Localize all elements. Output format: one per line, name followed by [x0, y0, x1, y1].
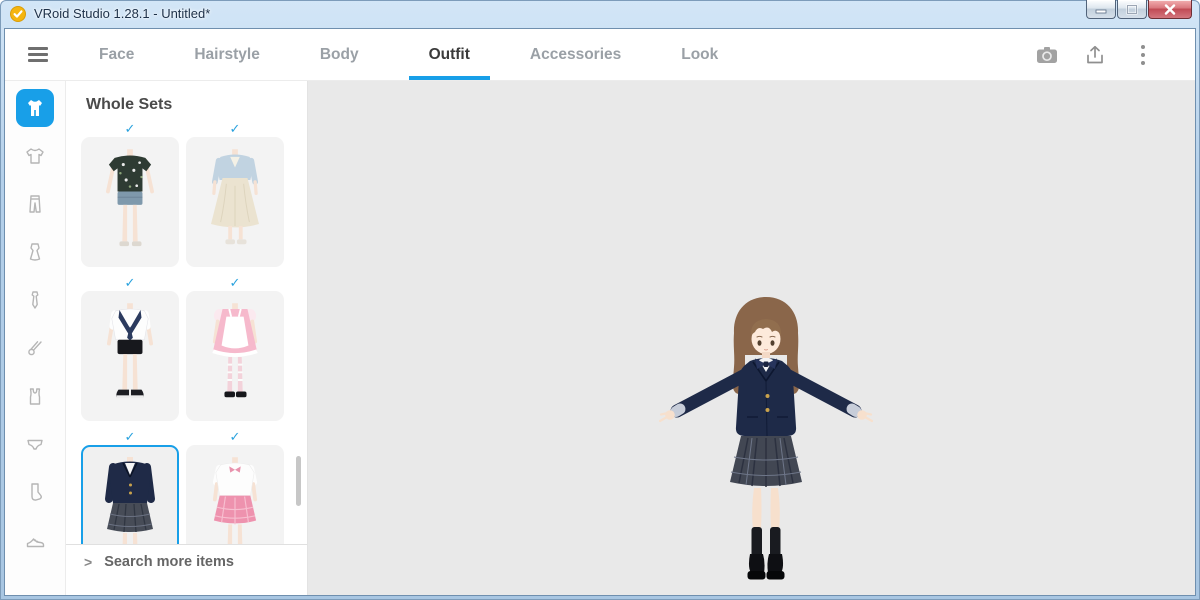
outfit-item: ✓	[186, 121, 284, 267]
tab-hairstyle[interactable]: Hairstyle	[184, 29, 269, 80]
search-more-items-label: Search more items	[104, 554, 234, 570]
sidebar-item-bottoms[interactable]	[13, 180, 57, 228]
panel-title: Whole Sets	[86, 96, 172, 114]
thumbnail-grid: ✓	[81, 121, 291, 544]
export-button[interactable]	[1071, 29, 1119, 81]
camera-button[interactable]	[1023, 29, 1071, 81]
outfit-thumbnail-white-top-pink-plaid-skirt[interactable]	[186, 445, 284, 544]
category-sidebar	[5, 81, 66, 595]
minimize-button[interactable]	[1086, 0, 1116, 19]
shoe-icon	[24, 529, 46, 551]
dress-icon	[24, 241, 46, 263]
sidebar-item-dress[interactable]	[13, 228, 57, 276]
navbar-actions	[1023, 29, 1167, 81]
viewport-3d[interactable]	[308, 81, 1195, 595]
hamburger-menu-button[interactable]	[5, 29, 71, 80]
sidebar-item-innerwear[interactable]	[13, 372, 57, 420]
main-tabs: Face Hairstyle Body Outfit Accessories L…	[89, 29, 768, 80]
sock-icon	[24, 481, 46, 503]
necktie-icon	[24, 289, 46, 311]
downloaded-check-icon: ✓	[186, 275, 284, 291]
sidebar-item-underwear[interactable]	[13, 420, 57, 468]
tab-body[interactable]: Body	[310, 29, 369, 80]
character-model	[651, 289, 881, 587]
sidebar-item-whole-sets[interactable]	[13, 84, 57, 132]
downloaded-check-icon: ✓	[81, 429, 179, 445]
maximize-button[interactable]	[1117, 0, 1147, 19]
camera-icon	[1036, 46, 1058, 64]
outfit-item: ✓	[186, 429, 284, 544]
item-panel: Whole Sets ✓	[66, 81, 308, 595]
downloaded-check-icon: ✓	[81, 121, 179, 137]
outfit-thumbnail-pink-maid-dress[interactable]	[186, 291, 284, 421]
panel-scrollbar-thumb[interactable]	[296, 456, 301, 506]
outfit-item: ✓	[81, 429, 179, 544]
overflow-menu-icon	[1140, 44, 1146, 66]
outfit-thumbnail-floral-shirt-denim-shorts[interactable]	[81, 137, 179, 267]
sidebar-item-pin[interactable]	[13, 324, 57, 372]
titlebar[interactable]: VRoid Studio 1.28.1 - Untitled*	[0, 0, 1200, 28]
outfit-item: ✓	[186, 275, 284, 421]
outfit-thumbnail-sailor-top-black-shorts[interactable]	[81, 291, 179, 421]
outfit-thumbnail-navy-blazer-plaid-skirt[interactable]	[81, 445, 179, 544]
sidebar-item-tops[interactable]	[13, 132, 57, 180]
whole-set-icon	[24, 97, 46, 119]
export-icon	[1085, 45, 1105, 65]
tshirt-icon	[24, 145, 46, 167]
close-button[interactable]	[1148, 0, 1192, 19]
safety-pin-icon	[24, 337, 46, 359]
downloaded-check-icon: ✓	[186, 429, 284, 445]
sidebar-item-socks[interactable]	[13, 468, 57, 516]
client-area: Face Hairstyle Body Outfit Accessories L…	[4, 28, 1196, 596]
overflow-menu-button[interactable]	[1119, 29, 1167, 81]
search-more-items-button[interactable]: > Search more items	[66, 544, 307, 578]
chevron-right-icon: >	[84, 554, 92, 570]
app-window: VRoid Studio 1.28.1 - Untitled*	[0, 0, 1200, 600]
outfit-item: ✓	[81, 275, 179, 421]
tab-look[interactable]: Look	[671, 29, 728, 80]
tanktop-icon	[24, 385, 46, 407]
content-row: Whole Sets ✓	[5, 81, 1195, 595]
downloaded-check-icon: ✓	[186, 121, 284, 137]
tab-outfit[interactable]: Outfit	[409, 29, 490, 80]
hamburger-icon	[28, 44, 48, 66]
app-logo-icon	[10, 6, 26, 22]
close-icon	[1164, 4, 1176, 15]
sidebar-item-necktie[interactable]	[13, 276, 57, 324]
outfit-thumbnail-denim-jacket-cream-skirt[interactable]	[186, 137, 284, 267]
maximize-icon	[1126, 4, 1138, 15]
minimize-icon	[1095, 4, 1107, 14]
pants-icon	[24, 193, 46, 215]
downloaded-check-icon: ✓	[81, 275, 179, 291]
main-navbar: Face Hairstyle Body Outfit Accessories L…	[5, 29, 1195, 81]
sidebar-item-shoes[interactable]	[13, 516, 57, 564]
window-title: VRoid Studio 1.28.1 - Untitled*	[34, 0, 210, 27]
underwear-icon	[24, 433, 46, 455]
tab-face[interactable]: Face	[89, 29, 144, 80]
tab-accessories[interactable]: Accessories	[520, 29, 631, 80]
outfit-item: ✓	[81, 121, 179, 267]
